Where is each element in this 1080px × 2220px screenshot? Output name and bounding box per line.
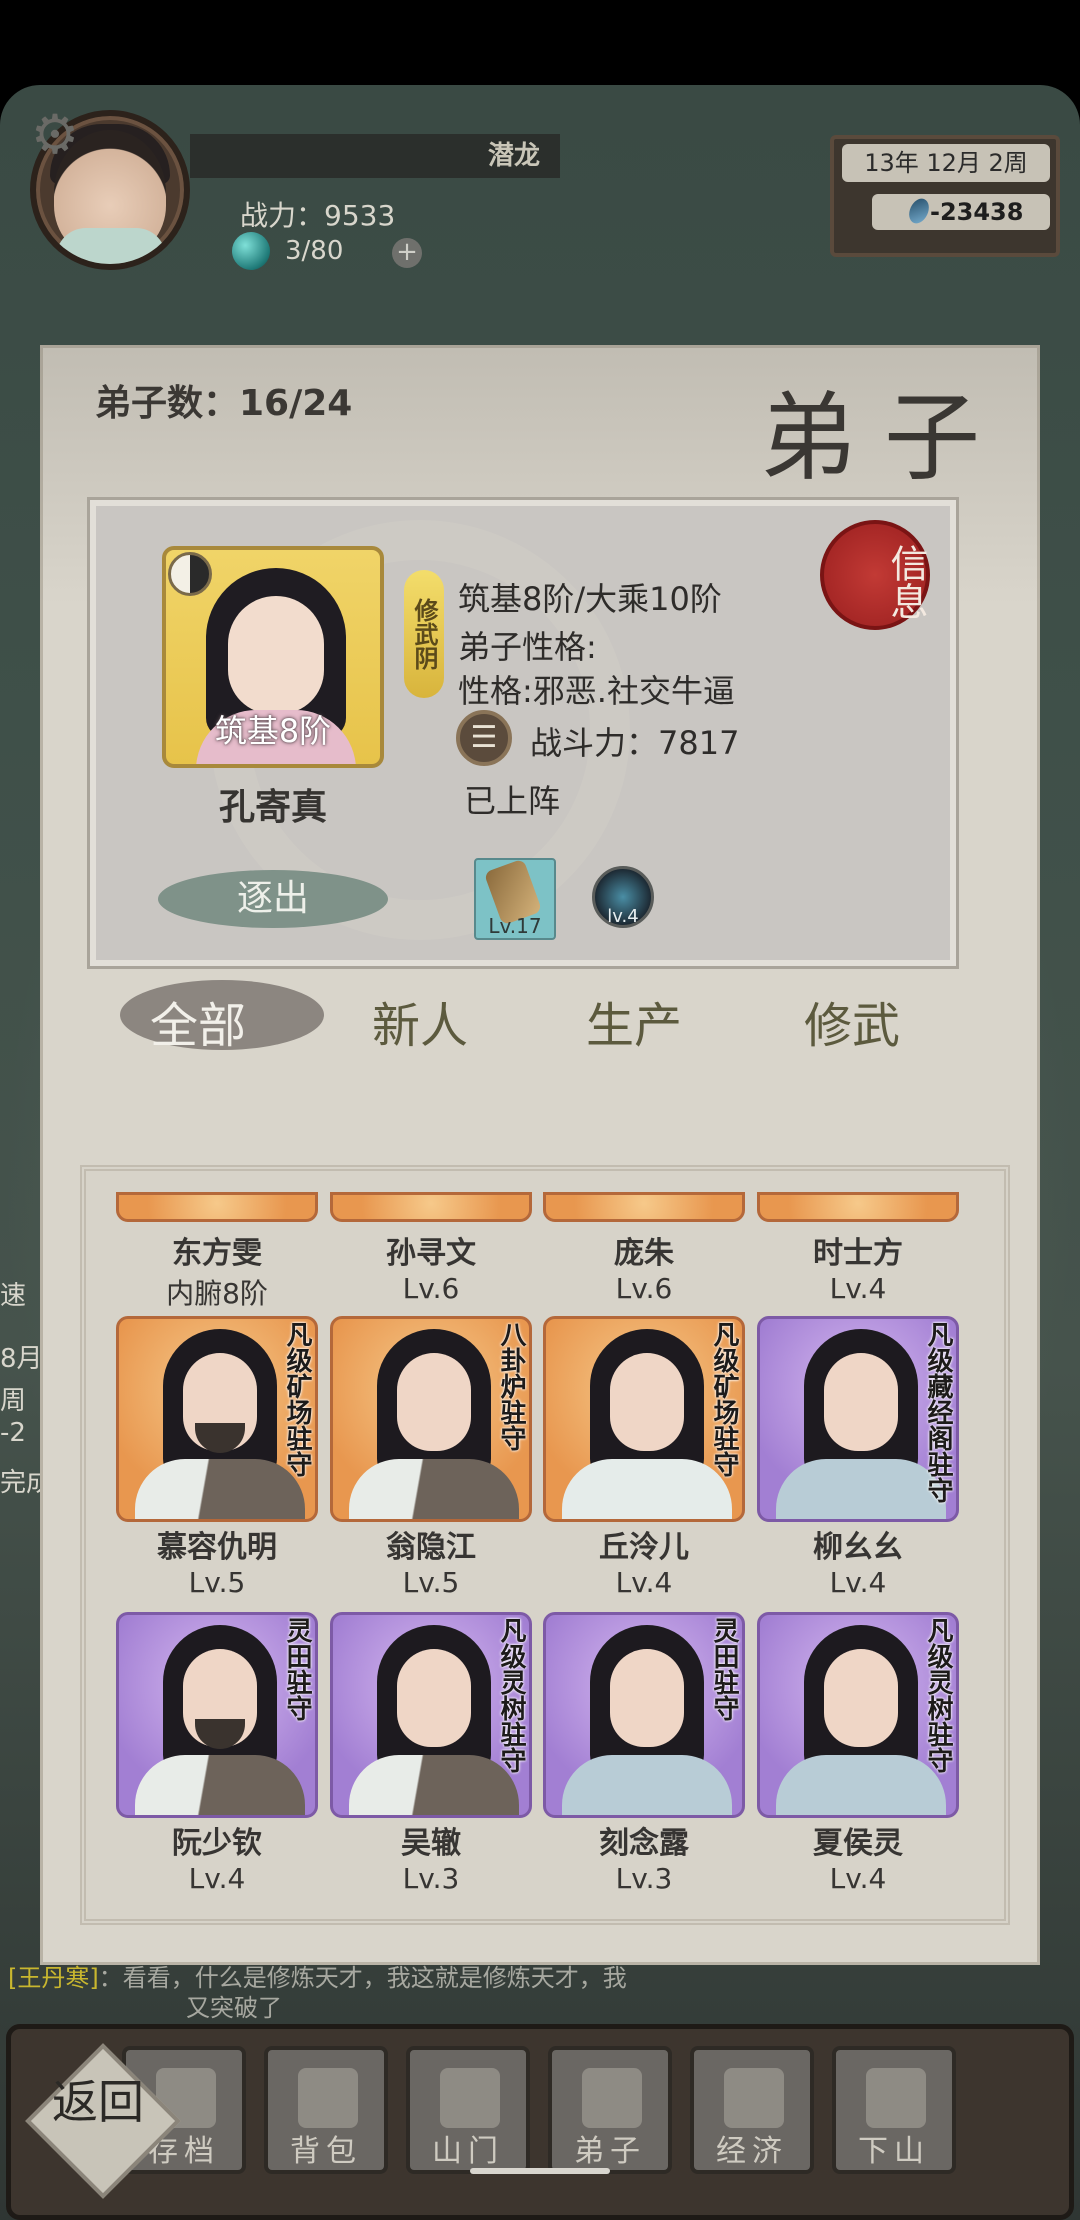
disciple-job: 八卦炉驻守 [496,1321,526,1451]
disciple-level: Lv.4 [829,1862,887,1895]
chat-text: ：看看，什么是修炼天才，我这就是修炼天才，我 [98,1964,627,1992]
disciple-card[interactable]: 凡级矿场驻守 [543,1316,745,1522]
gear-icon[interactable]: ⚙ [26,106,84,164]
disciple-card[interactable]: 凡级矿场驻守 [116,1316,318,1522]
tab-new[interactable]: 新人 [372,986,468,1056]
nav-bag-button[interactable]: 背包 [264,2046,388,2174]
disciple-level: Lv.3 [615,1862,673,1895]
nav-label: 经济 [716,2134,788,2169]
disciple-name: 时士方 [813,1236,903,1271]
back-label[interactable]: 返回 [52,2078,162,2188]
nav-label: 下山 [858,2134,930,2169]
side-hint: 8月 [0,1344,43,1374]
home-indicator[interactable] [470,2168,610,2174]
disciple-job: 凡级藏经阁驻守 [923,1321,953,1503]
disciple-name: 阮少钦 [172,1826,262,1861]
chat-message-continued: 又突破了 [186,1994,282,2022]
nav-economy-button[interactable]: 经济 [690,2046,814,2174]
equip-level: lv.4 [607,906,639,927]
disciple-card[interactable]: 凡级藏经阁驻守 [757,1316,959,1522]
tab-production[interactable]: 生产 [586,986,682,1056]
disciple-name: 夏侯灵 [813,1826,903,1861]
game-date: 13年 12月 2周 [842,144,1050,182]
disciple-job: 凡级灵树驻守 [923,1617,953,1773]
disciple-name: 慕容仇明 [157,1530,277,1565]
nav-label: 山门 [432,2134,504,2169]
disciple-card[interactable] [543,1192,745,1222]
side-hint: 速 [0,1281,27,1311]
disciple-level: Lv.4 [615,1566,673,1599]
side-hint: -2 [0,1418,26,1448]
tab-martial[interactable]: 修武 [804,986,900,1056]
disciple-level: Lv.4 [188,1862,246,1895]
add-energy-button[interactable]: + [392,238,422,268]
type-badge: 修武阴 [404,570,444,698]
personality-label: 弟子性格: [458,628,597,666]
tab-all[interactable]: 全部 [150,986,246,1056]
nav-label: 背包 [290,2134,362,2169]
disciple-name: 孙寻文 [386,1236,476,1271]
disciple-level: Lv.4 [829,1566,887,1599]
disciple-name: 东方雯 [172,1236,262,1271]
coins-icon [724,2068,784,2128]
selected-name: 孔寄真 [218,787,327,828]
disciple-level: Lv.5 [188,1566,246,1599]
chat-speaker: [王丹寒] [8,1964,99,1992]
nav-disciple-button[interactable]: 弟子 [548,2046,672,2174]
disciple-job: 灵田驻守 [282,1617,312,1721]
energy-count: 3/80 [285,236,344,266]
realm-text: 筑基8阶/大乘10阶 [458,580,722,618]
nav-label: 弟子 [574,2134,646,2169]
equip-level: Lv.17 [488,914,542,938]
disciple-level: Lv.5 [402,1566,460,1599]
panel-title: 弟子 [760,382,1008,494]
energy-orb-icon [232,232,270,270]
list-icon[interactable]: ☰ [456,710,512,766]
disciple-job: 凡级矿场驻守 [709,1321,739,1477]
disciple-card[interactable]: 灵田驻守 [543,1612,745,1818]
disciple-level: Lv.6 [615,1272,673,1305]
disciple-name: 吴辙 [401,1826,461,1861]
chat-message: [王丹寒]：看看，什么是修炼天才，我这就是修炼天才，我 [8,1958,627,1993]
disciple-level: Lv.6 [402,1272,460,1305]
nav-descend-button[interactable]: 下山 [832,2046,956,2174]
disciple-icon [582,2068,642,2128]
info-seal-button[interactable]: 信息 [820,520,930,630]
disciple-card[interactable]: 凡级灵树驻守 [330,1612,532,1818]
personality-text: 性格:邪恶.社交牛逼 [458,672,735,710]
disciple-card[interactable]: 八卦炉驻守 [330,1316,532,1522]
player-power: 战力：9533 [240,199,396,232]
battle-power: 战斗力：7817 [530,724,740,762]
disciple-card[interactable] [116,1192,318,1222]
nav-gate-button[interactable]: 山门 [406,2046,530,2174]
portrait-rank-label: 筑基8阶 [214,712,332,750]
disciple-level: Lv.3 [402,1862,460,1895]
disciple-job: 灵田驻守 [709,1617,739,1721]
gate-icon [440,2068,500,2128]
disciple-job: 凡级灵树驻守 [496,1617,526,1773]
disciple-job: 凡级矿场驻守 [282,1321,312,1477]
disciple-name: 刻念露 [599,1826,689,1861]
disciple-name: 柳幺幺 [813,1530,903,1565]
mountain-icon [866,2068,926,2128]
disciple-name: 丘泠儿 [599,1530,689,1565]
disciple-card[interactable]: 凡级灵树驻守 [757,1612,959,1818]
avatar-robe [56,228,166,264]
disciple-card[interactable]: 灵田驻守 [116,1612,318,1818]
yinyang-icon [168,552,212,596]
money-amount: -23438 [930,198,1024,226]
deploy-status: 已上阵 [464,782,561,820]
disciple-level: 内腑8阶 [166,1277,268,1310]
player-name: 潜龙 [487,141,540,171]
disciple-name: 庞朱 [614,1236,674,1271]
disciple-name: 翁隐江 [386,1530,476,1565]
disciple-card[interactable] [330,1192,532,1222]
disciple-card[interactable] [757,1192,959,1222]
portrait-face [228,596,324,714]
disciple-level: Lv.4 [829,1272,887,1305]
bag-icon [298,2068,358,2128]
disciple-count: 弟子数：16/24 [95,383,353,424]
expel-button[interactable]: 逐出 [158,870,388,928]
side-hint: 周 [0,1386,27,1416]
